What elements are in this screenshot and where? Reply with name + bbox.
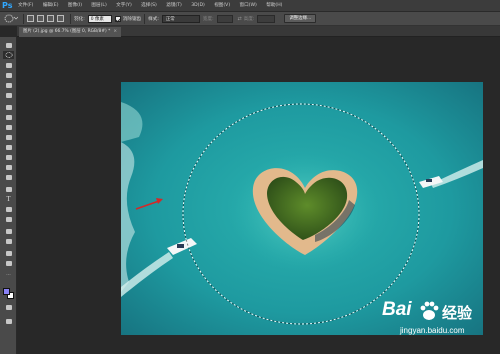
lasso-icon [5,62,12,68]
tools-panel: T ··· [0,37,17,354]
lasso-tool[interactable] [3,61,14,69]
hand-icon [5,250,12,256]
gradient-tool[interactable] [3,153,14,161]
move-icon [5,42,12,48]
document-tab-label: 图片 (2).jpg @ 66.7% (图层 0, RGB/8#) * [23,29,111,34]
island-photo [121,82,483,335]
antialias-checkbox[interactable] [114,15,121,22]
antialias-label: 消除锯齿 [122,16,142,22]
swap-dimensions-icon[interactable]: ⇄ [236,16,244,22]
photoshop-logo: Ps [2,1,13,10]
menu-select[interactable]: 选择(S) [141,0,157,12]
feather-label: 羽化: [74,16,85,22]
menu-type[interactable]: 文字(Y) [116,0,132,12]
type-tool[interactable]: T [3,195,14,203]
quick-selection-tool[interactable] [3,71,14,79]
foreground-color-swatch[interactable] [3,288,10,295]
blur-tool[interactable] [3,163,14,171]
baidu-jingyan-watermark: Bai 经验 jingyan.baidu.com [380,299,496,339]
document-canvas[interactable] [121,82,483,335]
gradient-icon [5,154,12,160]
healing-brush-tool[interactable] [3,103,14,111]
brush-tool[interactable] [3,113,14,121]
menu-view[interactable]: 视图(V) [214,0,230,12]
3d-rotate-tool[interactable] [3,227,14,235]
ellipsis-icon: ··· [6,272,11,278]
elliptical-marquee-icon [4,52,13,58]
rectangle-shape-icon [5,216,12,222]
magnifier-icon [5,260,12,266]
pen-icon [5,186,12,192]
eraser-tool[interactable] [3,143,14,151]
brush-icon [5,114,12,120]
watermark-brand-right: 经验 [442,305,473,322]
menu-layer[interactable]: 图层(L) [91,0,106,12]
options-divider [23,13,24,24]
menu-image[interactable]: 图像(I) [68,0,82,12]
dodge-tool[interactable] [3,173,14,181]
watermark-url: jingyan.baidu.com [400,326,465,335]
screen-mode-toggle[interactable] [3,317,14,325]
move-tool[interactable] [3,41,14,49]
options-divider [144,13,146,24]
refine-edge-button[interactable]: 调整边缘... [284,14,317,23]
zoom-tool[interactable] [3,259,14,267]
hand-tool[interactable] [3,249,14,257]
menu-window[interactable]: 窗口(W) [240,0,257,12]
width-label: 宽度: [202,16,214,22]
more-tools[interactable]: ··· [3,271,14,279]
options-divider [70,13,71,24]
menu-filter[interactable]: 滤镜(T) [166,0,182,12]
clone-stamp-tool[interactable] [3,123,14,131]
path-selection-tool[interactable] [3,205,14,213]
bandage-icon [5,104,12,110]
menu-bar: Ps 文件(F) 编辑(E) 图像(I) 图层(L) 文字(Y) 选择(S) 滤… [0,0,500,12]
menu-edit[interactable]: 编辑(E) [43,0,59,12]
marquee-tool[interactable] [3,51,14,59]
history-brush-tool[interactable] [3,133,14,141]
eyedropper-icon [5,92,12,98]
style-label: 样式: [148,16,159,22]
crop-tool[interactable] [3,81,14,89]
subtract-from-selection-icon[interactable] [47,15,54,22]
style-select[interactable]: 正常 [161,14,200,23]
height-input[interactable] [257,14,276,23]
menu-help[interactable]: 帮助(H) [266,0,282,12]
intersect-selection-icon[interactable] [57,15,64,22]
width-input[interactable] [216,14,233,23]
options-bar: 羽化: 0 像素 消除锯齿 样式: 正常 宽度: ⇄ 高度: 调整边缘... [0,12,500,26]
menu-file[interactable]: 文件(F) [18,0,33,12]
stamp-icon [5,124,12,130]
quick-mask-toggle[interactable] [3,303,14,311]
crop-icon [5,82,12,88]
droplet-icon [5,164,12,170]
history-brush-icon [5,134,12,140]
screen-mode-icon [5,318,12,324]
pen-tool[interactable] [3,185,14,193]
document-tab-bar: 图片 (2).jpg @ 66.7% (图层 0, RGB/8#) * × [17,26,500,37]
3d-orbit-tool[interactable] [3,237,14,245]
new-selection-icon[interactable] [27,15,34,22]
document-tab[interactable]: 图片 (2).jpg @ 66.7% (图层 0, RGB/8#) * × [19,27,121,37]
eraser-icon [5,144,12,150]
add-to-selection-icon[interactable] [37,15,44,22]
quick-mask-icon [5,304,12,310]
3d-rotate-icon [5,228,12,234]
elliptical-marquee-icon [4,14,18,23]
path-selection-icon [5,206,12,212]
eyedropper-tool[interactable] [3,91,14,99]
tool-preset-picker[interactable] [2,14,20,24]
watermark-brand-left: Bai [382,299,412,320]
quick-selection-icon [5,72,12,78]
menu-3d[interactable]: 3D(D) [191,0,205,12]
dodge-icon [5,174,12,180]
style-value: 正常 [165,16,175,22]
close-tab-icon[interactable]: × [113,29,117,34]
paw-icon [420,301,439,320]
height-label: 高度: [243,16,255,22]
type-icon: T [6,195,11,203]
shape-tool[interactable] [3,215,14,223]
3d-orbit-icon [5,238,12,244]
feather-input[interactable]: 0 像素 [87,14,112,23]
